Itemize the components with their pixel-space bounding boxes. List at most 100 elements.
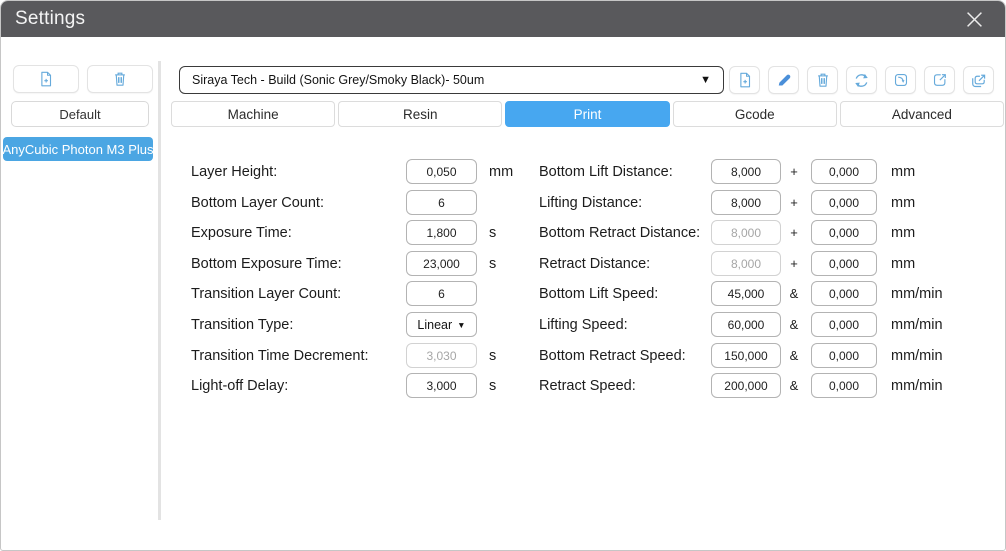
edit-profile-button[interactable] — [768, 66, 799, 94]
pencil-icon — [778, 74, 790, 86]
tab-gcode[interactable]: Gcode — [672, 101, 837, 127]
field-label: Lifting Speed: — [539, 317, 628, 333]
bottom-retract-speed-input-2[interactable] — [811, 343, 877, 368]
close-icon — [966, 11, 982, 27]
refresh-icon — [855, 73, 868, 87]
unit-label: mm/min — [891, 348, 943, 364]
operator-label: + — [790, 225, 798, 240]
bottom-lift-distance-input-2[interactable] — [811, 159, 877, 184]
operator-label: & — [789, 378, 799, 393]
field-label: Bottom Retract Distance: — [539, 225, 701, 241]
bottom-retract-distance-input-1 — [711, 220, 781, 245]
import-profile-button[interactable] — [885, 66, 916, 94]
add-profile-button[interactable] — [729, 66, 760, 94]
form-row-bottom-lift-distance: Bottom Lift Distance: + mm — [539, 159, 979, 185]
tab-print[interactable]: Print — [505, 101, 670, 127]
export-icon — [933, 74, 946, 86]
transition-time-decrement-input — [406, 343, 477, 368]
field-label: Retract Speed: — [539, 378, 636, 394]
profile-toolbar — [729, 66, 994, 94]
form-row-bottom-lift-speed: Bottom Lift Speed: & mm/min — [539, 281, 979, 307]
retract-distance-input-1 — [711, 251, 781, 276]
unit-label: s — [489, 225, 497, 241]
bottom-lift-distance-input-1[interactable] — [711, 159, 781, 184]
field-label: Transition Type: — [191, 317, 294, 333]
field-label: Transition Time Decrement: — [191, 348, 369, 364]
unit-label: mm — [891, 225, 916, 241]
unit-label: s — [489, 256, 497, 272]
unit-label: mm/min — [891, 286, 943, 302]
bottom-retract-distance-input-2[interactable] — [811, 220, 877, 245]
field-label: Retract Distance: — [539, 256, 651, 272]
titlebar: Settings — [1, 1, 1005, 37]
field-label: Layer Height: — [191, 164, 278, 180]
refresh-profiles-button[interactable] — [846, 66, 877, 94]
lifting-distance-input-2[interactable] — [811, 190, 877, 215]
sidebar-divider — [158, 61, 161, 520]
form-row-exposure-time: Exposure Time: s — [191, 220, 536, 246]
default-profile-button[interactable]: Default — [11, 101, 149, 127]
select-value: Linear — [417, 317, 453, 332]
field-label: Bottom Retract Speed: — [539, 348, 686, 364]
unit-label: mm — [891, 256, 916, 272]
field-label: Transition Layer Count: — [191, 286, 342, 302]
form-row-bottom-layer-count: Bottom Layer Count: — [191, 190, 536, 216]
operator-label: + — [790, 164, 798, 179]
form-row-layer-height: Layer Height: mm — [191, 159, 536, 185]
delete-profile-button[interactable] — [807, 66, 838, 94]
bottom-retract-speed-input-1[interactable] — [711, 343, 781, 368]
import-icon — [894, 73, 907, 87]
unit-label: mm — [891, 195, 916, 211]
file-plus-icon — [41, 71, 52, 87]
unit-label: mm — [891, 164, 916, 180]
export-all-profiles-button[interactable] — [963, 66, 994, 94]
tab-advanced[interactable]: Advanced — [839, 101, 1005, 127]
layer-height-input[interactable] — [406, 159, 477, 184]
form-row-transition-layer-count: Transition Layer Count: — [191, 281, 536, 307]
form-row-retract-distance: Retract Distance: + mm — [539, 251, 979, 277]
bottom-lift-speed-input-2[interactable] — [811, 281, 877, 306]
retract-distance-input-2[interactable] — [811, 251, 877, 276]
tab-resin[interactable]: Resin — [338, 101, 503, 127]
field-label: Bottom Lift Speed: — [539, 286, 659, 302]
form-row-transition-type: Transition Type: Linear ▼ — [191, 312, 536, 338]
unit-label: mm/min — [891, 378, 943, 394]
file-plus-icon — [739, 72, 750, 88]
caret-down-icon: ▼ — [457, 319, 466, 330]
light-off-delay-input[interactable] — [406, 373, 477, 398]
transition-type-select[interactable]: Linear ▼ — [406, 312, 477, 337]
bottom-lift-speed-input-1[interactable] — [711, 281, 781, 306]
retract-speed-input-2[interactable] — [811, 373, 877, 398]
form-right-column: Bottom Lift Distance:+mmLifting Distance… — [539, 159, 979, 405]
bottom-exposure-time-input[interactable] — [406, 251, 477, 276]
settings-tabs: Machine Resin Print Gcode Advanced — [171, 101, 1005, 127]
lifting-distance-input-1[interactable] — [711, 190, 781, 215]
field-label: Exposure Time: — [191, 225, 292, 241]
lifting-speed-input-1[interactable] — [711, 312, 781, 337]
exposure-time-input[interactable] — [406, 220, 477, 245]
form-row-bottom-exposure-time: Bottom Exposure Time: s — [191, 251, 536, 277]
retract-speed-input-1[interactable] — [711, 373, 781, 398]
export-all-icon — [972, 74, 986, 87]
resin-profile-select[interactable]: Siraya Tech - Build (Sonic Grey/Smoky Bl… — [179, 66, 724, 94]
form-row-transition-time-decrement: Transition Time Decrement: s — [191, 343, 536, 369]
caret-down-icon: ▼ — [700, 74, 711, 86]
unit-label: s — [489, 378, 497, 394]
export-profile-button[interactable] — [924, 66, 955, 94]
form-row-bottom-retract-distance: Bottom Retract Distance: + mm — [539, 220, 979, 246]
field-label: Bottom Lift Distance: — [539, 164, 673, 180]
tab-machine[interactable]: Machine — [171, 101, 336, 127]
trash-icon — [115, 72, 125, 86]
lifting-speed-input-2[interactable] — [811, 312, 877, 337]
field-label: Bottom Exposure Time: — [191, 256, 342, 272]
add-machine-button[interactable] — [13, 65, 79, 93]
transition-layer-count-input[interactable] — [406, 281, 477, 306]
delete-machine-button[interactable] — [87, 65, 153, 93]
trash-icon — [817, 73, 828, 87]
sidebar-item-machine[interactable]: AnyCubic Photon M3 Plus — [3, 137, 153, 161]
form-row-bottom-retract-speed: Bottom Retract Speed: & mm/min — [539, 343, 979, 369]
bottom-layer-count-input[interactable] — [406, 190, 477, 215]
unit-label: s — [489, 348, 497, 364]
close-button[interactable] — [957, 1, 991, 37]
field-label: Bottom Layer Count: — [191, 195, 324, 211]
